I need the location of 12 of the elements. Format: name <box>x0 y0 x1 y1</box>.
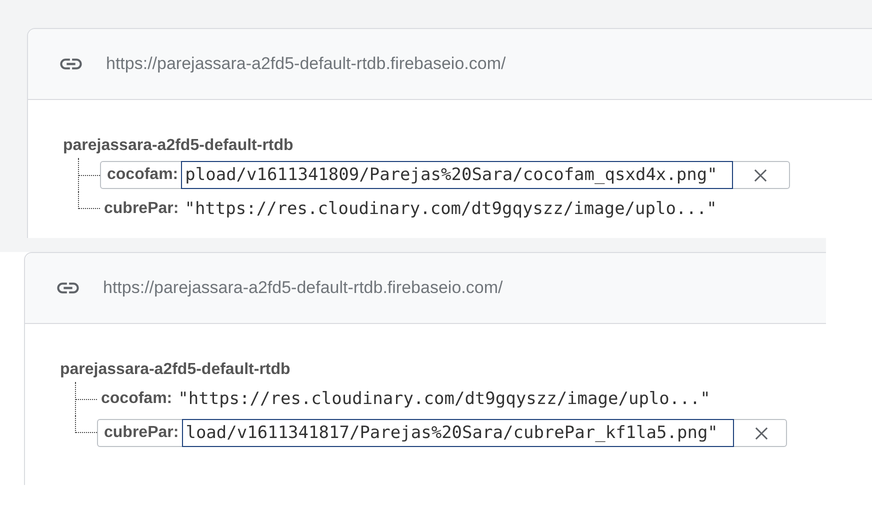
node-value: "https://res.cloudinary.com/dt9gqyszz/image/uplo..." <box>178 389 710 409</box>
close-icon[interactable] <box>754 168 768 182</box>
edit-field[interactable]: cocofam: pload/v1611341809/Parejas%20Sara/cocofam_qsxd4x.png" <box>100 161 790 189</box>
node-key: cubrePar: <box>100 200 185 218</box>
node-key: cocofam: <box>97 390 178 408</box>
root-node-label[interactable]: parejassara-a2fd5-default-rtdb <box>63 134 872 158</box>
database-url: https://parejassara-a2fd5-default-rtdb.firebaseio.com/ <box>106 54 506 74</box>
root-node-label[interactable]: parejassara-a2fd5-default-rtdb <box>60 358 826 382</box>
edit-field[interactable]: cubrePar: load/v1611341817/Parejas%20Sara/cubrePar_kf1la5.png" <box>97 419 787 447</box>
database-url: https://parejassara-a2fd5-default-rtdb.firebaseio.com/ <box>103 278 503 298</box>
close-icon[interactable] <box>754 426 768 440</box>
node-value: "https://res.cloudinary.com/dt9gqyszz/image/uplo..." <box>184 199 717 219</box>
